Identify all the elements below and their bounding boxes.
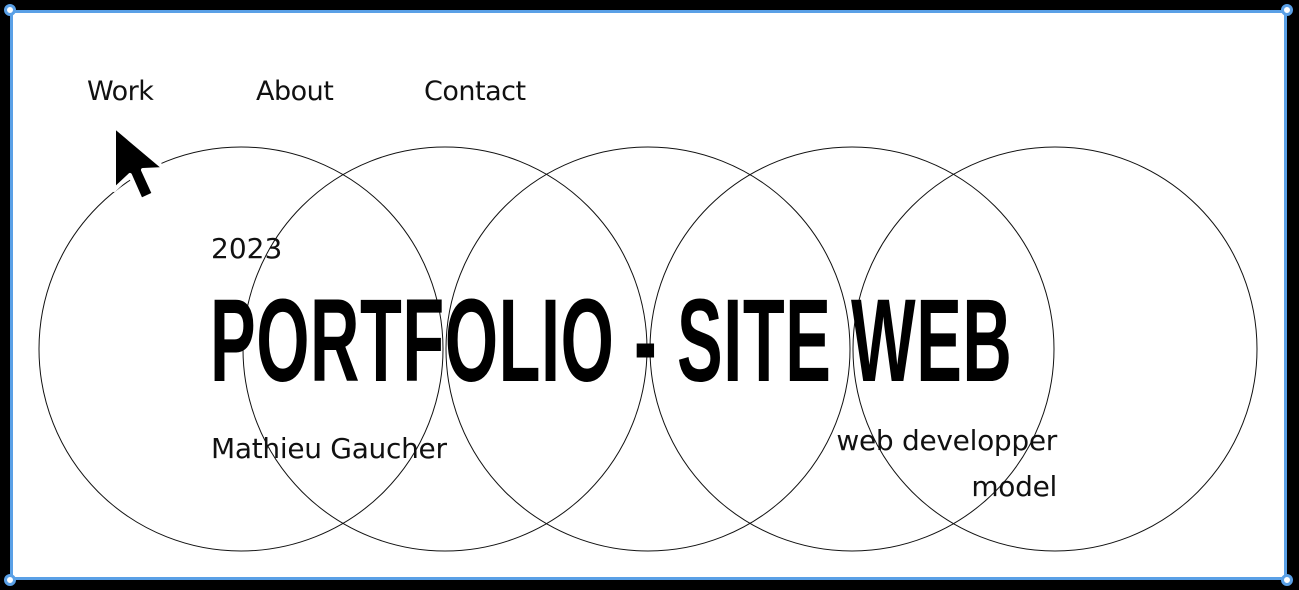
mouse-pointer-arrow-icon — [112, 124, 167, 202]
nav-work-link[interactable]: Work — [87, 76, 154, 107]
role-item: model — [971, 470, 1057, 503]
roles-list: web developper model — [836, 418, 1057, 510]
resize-handle-bottom-right[interactable] — [1281, 574, 1293, 586]
page-title: PORTFOLIO - SITE WEB — [210, 275, 1013, 407]
year-label: 2023 — [211, 232, 283, 265]
portfolio-page[interactable]: Work About Contact 2023 PORTFOLIO - SITE… — [10, 10, 1287, 580]
role-item: web developper — [836, 424, 1057, 457]
resize-handle-top-left[interactable] — [4, 4, 16, 16]
editor-canvas: Work About Contact 2023 PORTFOLIO - SITE… — [0, 0, 1299, 590]
author-name: Mathieu Gaucher — [211, 432, 447, 465]
resize-handle-top-right[interactable] — [1281, 4, 1293, 16]
nav-contact-link[interactable]: Contact — [424, 76, 526, 107]
resize-handle-bottom-left[interactable] — [4, 574, 16, 586]
nav-about-link[interactable]: About — [256, 76, 334, 107]
